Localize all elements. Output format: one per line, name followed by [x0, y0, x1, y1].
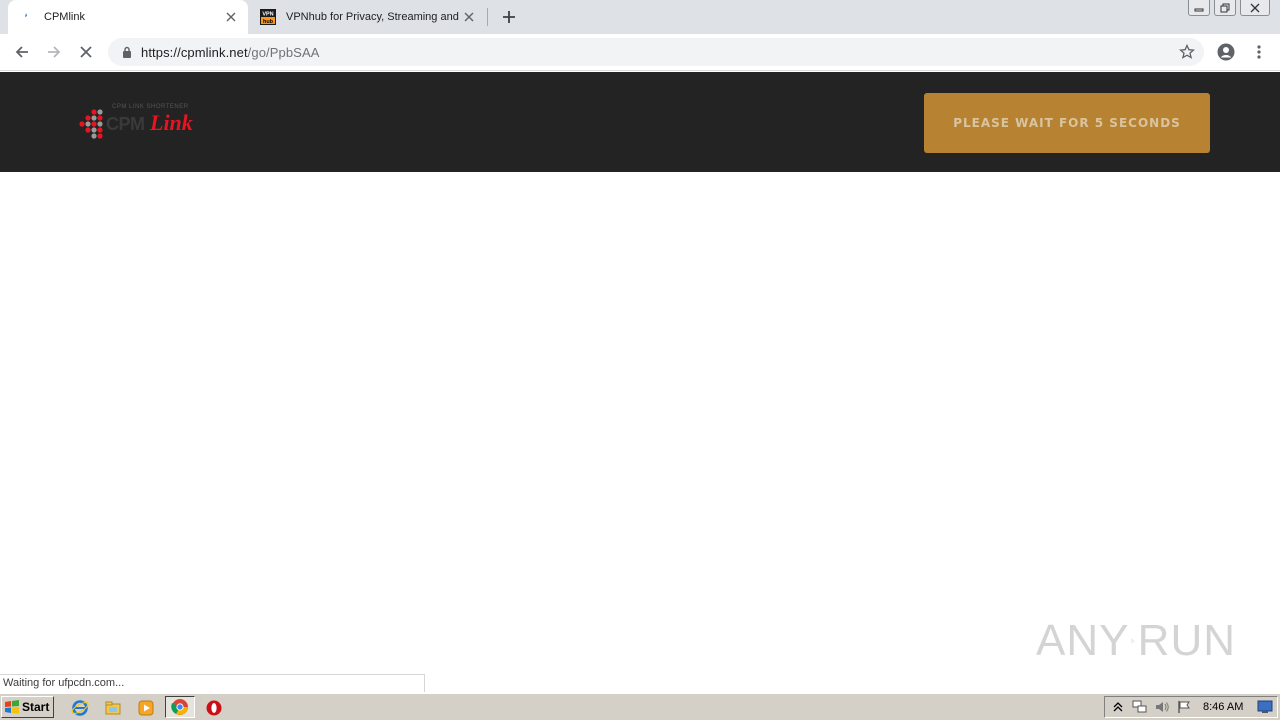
back-arrow-icon — [15, 46, 28, 58]
tab-strip: CPMlink VPN hub VPNhub for Privacy, Stre… — [0, 0, 1280, 34]
windows-flag-icon — [5, 700, 19, 714]
close-window-button[interactable] — [1240, 0, 1270, 16]
show-desktop-icon[interactable] — [1257, 700, 1273, 714]
internet-explorer-icon[interactable] — [70, 698, 90, 718]
menu-button[interactable] — [1247, 40, 1271, 64]
start-label: Start — [22, 700, 50, 714]
window-controls — [1188, 0, 1270, 16]
status-bubble: Waiting for ufpcdn.com... — [0, 674, 425, 692]
logo-text-cpm: CPM — [106, 114, 145, 134]
tab-vpnhub[interactable]: VPN hub VPNhub for Privacy, Streaming an… — [250, 0, 486, 34]
tab-title: CPMlink — [44, 11, 85, 23]
system-tray: 8:46 AM — [1104, 696, 1278, 718]
file-explorer-icon[interactable] — [103, 698, 123, 718]
close-tab-icon[interactable] — [460, 8, 478, 26]
cpmlink-logo[interactable]: CPM LINK SHORTENER CPM Link — [74, 102, 210, 142]
start-button[interactable]: Start — [1, 696, 54, 718]
kebab-menu-icon — [1257, 45, 1261, 59]
restore-icon — [1220, 3, 1230, 12]
restore-button[interactable] — [1214, 0, 1236, 16]
tab-title: VPNhub for Privacy, Streaming and Pri — [286, 11, 460, 23]
close-tab-icon[interactable] — [222, 8, 240, 26]
forward-arrow-icon — [48, 46, 61, 58]
please-wait-button[interactable]: PLEASE WAIT FOR 5 SECONDS — [924, 93, 1210, 153]
back-button[interactable] — [10, 40, 34, 64]
watermark-text-left: ANY — [1036, 616, 1130, 665]
cpmlink-favicon — [18, 9, 34, 25]
account-circle-icon — [1217, 43, 1235, 61]
minimize-button[interactable] — [1188, 0, 1210, 16]
watermark-text-right: RUN — [1137, 616, 1236, 665]
forward-button[interactable] — [42, 40, 66, 64]
new-tab-button[interactable] — [498, 6, 520, 28]
action-center-flag-icon[interactable] — [1175, 698, 1193, 716]
svg-text:hub: hub — [263, 19, 274, 25]
play-icon — [1131, 638, 1136, 644]
tray-expand-icon[interactable] — [1109, 698, 1127, 716]
url-text: https://cpmlink.net/go/PpbSAA — [141, 44, 320, 60]
browser-toolbar: https://cpmlink.net/go/PpbSAA — [0, 34, 1280, 71]
lock-icon[interactable] — [120, 45, 134, 59]
anyrun-watermark: ANY RUN — [1036, 606, 1236, 676]
stop-loading-button[interactable] — [74, 40, 98, 64]
chrome-icon[interactable] — [165, 696, 195, 718]
logo-text-link: Link — [150, 110, 193, 135]
tab-cpmlink[interactable]: CPMlink — [8, 0, 248, 34]
close-icon — [1250, 3, 1260, 12]
svg-text:VPN: VPN — [262, 12, 273, 18]
logo-dots-icon — [79, 109, 103, 139]
plus-icon — [503, 11, 515, 23]
minimize-icon — [1194, 8, 1204, 11]
network-icon[interactable] — [1131, 698, 1149, 716]
profile-button[interactable] — [1214, 40, 1238, 64]
site-header: CPM LINK SHORTENER CPM Link PLEASE WAIT … — [0, 72, 1280, 172]
bookmark-star-icon[interactable] — [1178, 43, 1196, 61]
address-bar[interactable]: https://cpmlink.net/go/PpbSAA — [108, 38, 1204, 66]
volume-icon[interactable] — [1153, 698, 1171, 716]
tab-separator — [487, 8, 488, 26]
opera-icon[interactable] — [204, 698, 224, 718]
clock[interactable]: 8:46 AM — [1203, 701, 1243, 713]
windows-taskbar: Start 8:46 AM — [0, 693, 1280, 720]
stop-x-icon — [80, 46, 92, 58]
media-player-icon[interactable] — [136, 698, 156, 718]
vpnhub-favicon: VPN hub — [260, 9, 276, 25]
